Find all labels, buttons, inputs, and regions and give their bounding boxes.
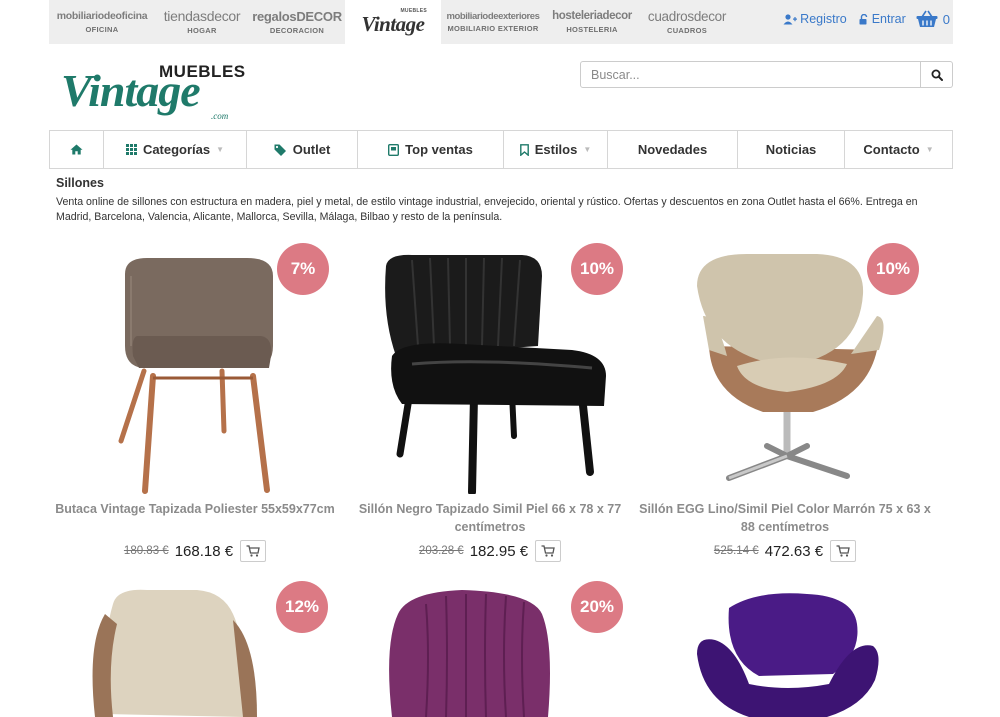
- home-icon: [70, 144, 83, 155]
- nav-label: Outlet: [292, 142, 331, 157]
- nav-label: Estilos: [534, 142, 578, 157]
- product-image-swan-chair[interactable]: [637, 584, 933, 717]
- unlock-icon: [859, 13, 867, 24]
- product-card: 12%: [47, 581, 343, 717]
- site-link-decoracion[interactable]: regalosDECOR DECORACION: [249, 0, 345, 44]
- grid-icon: [125, 144, 137, 155]
- discount-badge: 10%: [571, 243, 623, 295]
- discount-badge: 7%: [277, 243, 329, 295]
- nav-categorias[interactable]: Categorías ▼: [104, 131, 247, 168]
- caret-down-icon: ▼: [583, 145, 592, 154]
- award-icon: [388, 143, 400, 156]
- nav-label: Noticias: [765, 142, 817, 157]
- site-sub: MOBILIARIO EXTERIOR: [447, 24, 539, 33]
- user-plus-icon: [783, 13, 798, 24]
- site-name: regalosDECOR: [252, 8, 342, 24]
- site-sub: HOSTELERIA: [566, 25, 618, 34]
- site-link-oficina[interactable]: mobiliariodeoficina OFICINA: [49, 0, 155, 44]
- register-link[interactable]: Registro: [783, 12, 847, 26]
- product-card: 20%: [342, 581, 638, 717]
- search-icon: [931, 69, 943, 81]
- price-row: 203.28 € 182.95 €: [342, 540, 638, 562]
- site-sub: HOGAR: [187, 26, 217, 36]
- add-to-cart-button[interactable]: [830, 540, 857, 562]
- nav-outlet[interactable]: Outlet: [247, 131, 358, 168]
- price-row: 180.83 € 168.18 €: [47, 540, 343, 562]
- current-price: 472.63 €: [764, 542, 824, 560]
- cart-icon: [836, 545, 850, 557]
- nav-estilos[interactable]: Estilos ▼: [504, 131, 608, 168]
- site-link-cuadros[interactable]: cuadrosdecor CUADROS: [639, 0, 735, 44]
- product-card: 10% Sillón Negro Tapizado Simil Piel 66 …: [342, 243, 638, 566]
- cart-count: 0: [942, 11, 950, 27]
- basket-icon: [916, 10, 938, 27]
- search-button[interactable]: [921, 61, 953, 88]
- product-name[interactable]: Butaca Vintage Tapizada Poliester 55x59x…: [47, 500, 343, 518]
- add-to-cart-button[interactable]: [535, 540, 562, 562]
- search-input[interactable]: [580, 61, 921, 88]
- nav-top-ventas[interactable]: Top ventas: [358, 131, 504, 168]
- caret-down-icon: ▼: [925, 145, 934, 154]
- nav-noticias[interactable]: Noticias: [738, 131, 845, 168]
- bookmark-icon: [519, 143, 529, 156]
- category-description: Venta online de sillones con estructura …: [56, 196, 918, 223]
- current-price: 182.95 €: [469, 542, 529, 560]
- cart-icon: [246, 545, 260, 557]
- site-name: cuadrosdecor: [647, 8, 727, 24]
- current-price: 168.18 €: [174, 542, 234, 560]
- site-link-vintage[interactable]: MUEBLES Vintage: [345, 0, 441, 44]
- old-price: 525.14 €: [713, 545, 759, 557]
- site-link-exterior[interactable]: mobiliariodeexteriores MOBILIARIO EXTERI…: [441, 0, 545, 44]
- old-price: 180.83 €: [123, 545, 169, 557]
- site-logo[interactable]: MUEBLES Vintage .com: [61, 62, 245, 126]
- old-price: 203.28 €: [418, 545, 464, 557]
- logo-com: .com: [211, 111, 229, 121]
- cart-link[interactable]: 0: [916, 10, 950, 28]
- login-label: Entrar: [871, 12, 906, 26]
- site-name: mobiliariodeoficina: [56, 10, 148, 22]
- nav-label: Top ventas: [405, 142, 473, 157]
- login-link[interactable]: Entrar: [859, 12, 906, 26]
- cart-icon: [541, 545, 555, 557]
- register-label: Registro: [800, 12, 847, 26]
- site-name: Vintage: [361, 12, 425, 36]
- tag-icon: [274, 144, 286, 156]
- caret-down-icon: ▼: [216, 145, 225, 154]
- nav-novedades[interactable]: Novedades: [608, 131, 738, 168]
- product-name[interactable]: Sillón Negro Tapizado Simil Piel 66 x 78…: [342, 500, 638, 536]
- add-to-cart-button[interactable]: [240, 540, 267, 562]
- account-links: Registro Entrar 0: [771, 10, 950, 28]
- page: mobiliariodeoficina OFICINA tiendasdecor…: [0, 0, 1000, 717]
- site-name: tiendasdecor: [163, 8, 241, 25]
- site-sub: OFICINA: [85, 24, 119, 34]
- nav-label: Novedades: [637, 142, 708, 157]
- site-name: mobiliariodeexteriores: [446, 10, 540, 22]
- product-card: [637, 584, 933, 717]
- discount-badge: 20%: [571, 581, 623, 633]
- category-title: Sillones: [56, 176, 104, 190]
- discount-badge: 12%: [276, 581, 328, 633]
- nav-label: Categorías: [142, 142, 211, 157]
- product-card: 7% Butaca Vintage Tapizada Poliester 55x…: [47, 243, 343, 566]
- product-name[interactable]: Sillón EGG Lino/Simil Piel Color Marrón …: [637, 500, 933, 536]
- discount-badge: 10%: [867, 243, 919, 295]
- logo-vintage: Vintage: [61, 65, 201, 116]
- main-nav: Categorías ▼ Outlet Top ventas Estilos ▼…: [49, 130, 953, 169]
- site-sub: CUADROS: [666, 26, 708, 35]
- site-link-hosteleria[interactable]: hosteleriadecor HOSTELERIA: [545, 0, 639, 44]
- site-link-hogar[interactable]: tiendasdecor HOGAR: [155, 0, 249, 44]
- nav-home[interactable]: [50, 131, 104, 168]
- site-sub: DECORACION: [269, 25, 325, 35]
- product-card: 10% Sillón EGG Lino/Simil Piel Color Mar…: [637, 243, 933, 566]
- price-row: 525.14 € 472.63 €: [637, 540, 933, 562]
- nav-contacto[interactable]: Contacto ▼: [845, 131, 952, 168]
- site-name: hosteleriadecor: [552, 9, 632, 22]
- nav-label: Contacto: [863, 142, 920, 157]
